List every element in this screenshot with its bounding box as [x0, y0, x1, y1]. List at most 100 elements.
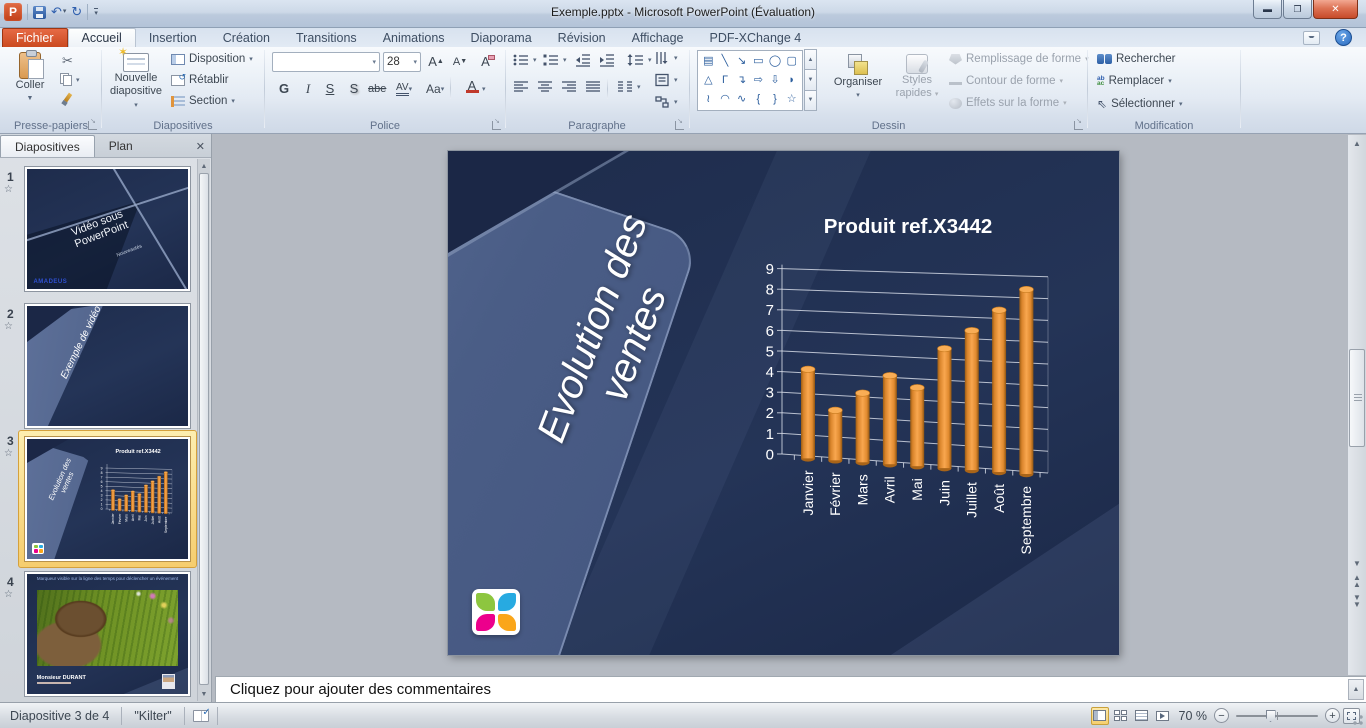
shapes-scroll-up[interactable]: ▲ — [804, 49, 817, 70]
tab-transitions[interactable]: Transitions — [283, 28, 370, 47]
scrollbar-thumb[interactable] — [199, 173, 209, 685]
tab-affichage[interactable]: Affichage — [619, 28, 697, 47]
paste-button[interactable]: Coller ▼ — [8, 49, 52, 105]
bullets-button[interactable]: ▾ — [513, 53, 537, 67]
tab-plan[interactable]: Plan — [95, 135, 147, 157]
scrollbar-thumb[interactable] — [1349, 349, 1365, 447]
transition-star-icon[interactable]: ☆ — [4, 321, 13, 332]
reading-view-button[interactable] — [1133, 707, 1151, 725]
shapes-gallery[interactable]: ▤╲↘▭◯▢ △Γ↴⇨⇩◗ ≀◠∿{}☆ — [697, 50, 803, 111]
font-size-combo[interactable]: 28▾ — [383, 52, 421, 72]
next-slide-button[interactable]: ▼▼ — [1348, 593, 1366, 609]
zoom-in-button[interactable]: + — [1325, 708, 1340, 723]
quick-styles-button[interactable]: Styles rapides ▾ — [893, 49, 941, 101]
align-text-button[interactable]: ▾ — [655, 73, 678, 87]
tab-diaporama[interactable]: Diaporama — [458, 28, 545, 47]
replace-button[interactable]: abacRemplacer▾ — [1097, 75, 1172, 87]
slide-thumbnail-1[interactable]: Vidéo sous PowerPoint Nouveautés AMADEUS — [24, 166, 191, 292]
shape-oval-icon[interactable]: ◯ — [769, 56, 781, 67]
tab-diapositives[interactable]: Diapositives — [0, 135, 95, 157]
underline-button[interactable]: S — [320, 78, 340, 99]
shape-rounded-rect-icon[interactable]: ▢ — [786, 56, 796, 67]
increase-indent-button[interactable] — [599, 53, 615, 67]
find-button[interactable]: Rechercher — [1097, 53, 1175, 65]
transition-star-icon[interactable]: ☆ — [4, 589, 13, 600]
shape-star-icon[interactable]: ☆ — [787, 94, 797, 105]
shape-down-arrow-icon[interactable]: ⇩ — [770, 75, 779, 86]
font-color-button[interactable]: A — [462, 76, 482, 97]
shape-elbow-icon[interactable]: Γ — [722, 75, 728, 86]
numbering-button[interactable]: ▾ — [543, 53, 567, 67]
zoom-out-button[interactable]: − — [1214, 708, 1229, 723]
align-right-button[interactable] — [561, 80, 577, 94]
new-slide-button[interactable]: Nouvelle diapositive ▾ — [107, 49, 165, 112]
notes-placeholder[interactable]: Cliquez pour ajouter des commentaires — [230, 681, 491, 698]
layout-button[interactable]: Disposition▾ — [171, 53, 253, 65]
italic-button[interactable]: I — [298, 78, 318, 99]
scroll-down-button[interactable]: ▼ — [198, 688, 210, 700]
convert-smartart-button[interactable]: ▾ — [655, 95, 678, 109]
shape-right-arrow-icon[interactable]: ⇨ — [754, 75, 763, 86]
change-case-button[interactable]: Aa▾ — [424, 78, 446, 99]
tab-creation[interactable]: Création — [210, 28, 283, 47]
shape-line-icon[interactable]: ╲ — [722, 56, 729, 67]
minimize-button[interactable]: ▬ — [1253, 0, 1282, 19]
align-left-button[interactable] — [513, 80, 529, 94]
shapes-scroll-down[interactable]: ▼ — [804, 69, 817, 90]
shape-curve-icon[interactable]: ∿ — [737, 94, 746, 105]
copy-button[interactable]: ▾ — [60, 73, 80, 86]
justify-button[interactable] — [585, 80, 601, 94]
font-dialog-launcher[interactable] — [492, 121, 501, 130]
paragraph-dialog-launcher[interactable] — [675, 121, 684, 130]
help-button[interactable]: ? — [1335, 29, 1352, 46]
cut-button[interactable]: ✂ — [62, 53, 73, 69]
spell-check-icon[interactable] — [193, 710, 209, 722]
clear-formatting-button[interactable]: A — [478, 51, 498, 72]
arrange-button[interactable]: Organiser ▾ — [827, 49, 889, 102]
text-shadow-button[interactable]: S — [344, 78, 364, 99]
shape-scribble-icon[interactable]: ≀ — [706, 94, 710, 105]
restore-button[interactable]: ❐ — [1283, 0, 1312, 19]
tab-insertion[interactable]: Insertion — [136, 28, 210, 47]
slide-thumbnail-4[interactable]: Marqueur visible sur la ligne des temps … — [24, 571, 191, 697]
scroll-up-button[interactable]: ▲ — [1348, 135, 1366, 151]
section-button[interactable]: Section▾ — [171, 95, 235, 107]
shape-arrow-icon[interactable]: ↘ — [737, 56, 746, 67]
transition-star-icon[interactable]: ☆ — [4, 448, 13, 459]
current-slide[interactable]: Evolution desventes Produit ref.X3442 01… — [448, 151, 1119, 655]
notes-scroll-up[interactable]: ▲ — [1348, 679, 1364, 700]
normal-view-button[interactable] — [1091, 707, 1109, 725]
sales-chart[interactable]: 0123456789JanvierFévrierMarsAvrilMaiJuin… — [738, 211, 1090, 621]
shape-right-brace-icon[interactable]: } — [773, 94, 777, 105]
slide-thumbnail-3[interactable]: Evolution desventes Produit ref.X3442 01… — [24, 436, 191, 562]
columns-button[interactable]: ▾ — [617, 80, 641, 94]
format-painter-button[interactable] — [61, 93, 74, 106]
drawing-dialog-launcher[interactable] — [1074, 121, 1083, 130]
bold-button[interactable]: G — [274, 78, 294, 99]
line-spacing-button[interactable]: ▾ — [627, 53, 652, 67]
shape-outline-button[interactable]: Contour de forme▾ — [949, 75, 1063, 87]
shape-textbox-icon[interactable]: ▤ — [703, 56, 713, 67]
reset-button[interactable]: Rétablir — [171, 74, 229, 86]
scroll-down-button[interactable]: ▼ — [1348, 555, 1366, 571]
text-direction-button[interactable]: ▾ — [655, 51, 678, 65]
shape-triangle-icon[interactable]: △ — [704, 75, 712, 86]
previous-slide-button[interactable]: ▲▲ — [1348, 573, 1366, 589]
panel-scrollbar[interactable]: ▲ ▼ — [197, 159, 210, 701]
slide-thumbnail-2[interactable]: Exemple de vidéo — [24, 303, 191, 429]
clipboard-dialog-launcher[interactable] — [88, 121, 97, 130]
tab-pdf-xchange[interactable]: PDF-XChange 4 — [697, 28, 815, 47]
zoom-slider-thumb[interactable] — [1266, 710, 1276, 722]
vertical-scrollbar[interactable]: ▲ ▼ ▲▲ ▼▼ — [1347, 135, 1366, 675]
strikethrough-button[interactable]: abe — [366, 78, 388, 99]
align-center-button[interactable] — [537, 80, 553, 94]
shape-rectangle-icon[interactable]: ▭ — [753, 56, 763, 67]
close-button[interactable]: ✕ — [1313, 0, 1358, 19]
minimize-ribbon-button[interactable] — [1303, 31, 1320, 45]
close-panel-button[interactable]: ✕ — [196, 140, 205, 153]
shape-fill-button[interactable]: Remplissage de forme▾ — [949, 53, 1089, 65]
transition-star-icon[interactable]: ☆ — [4, 184, 13, 195]
slideshow-button[interactable] — [1154, 707, 1172, 725]
shape-arc-icon[interactable]: ◠ — [720, 94, 730, 105]
shapes-gallery-more[interactable]: ▼ — [804, 90, 817, 111]
